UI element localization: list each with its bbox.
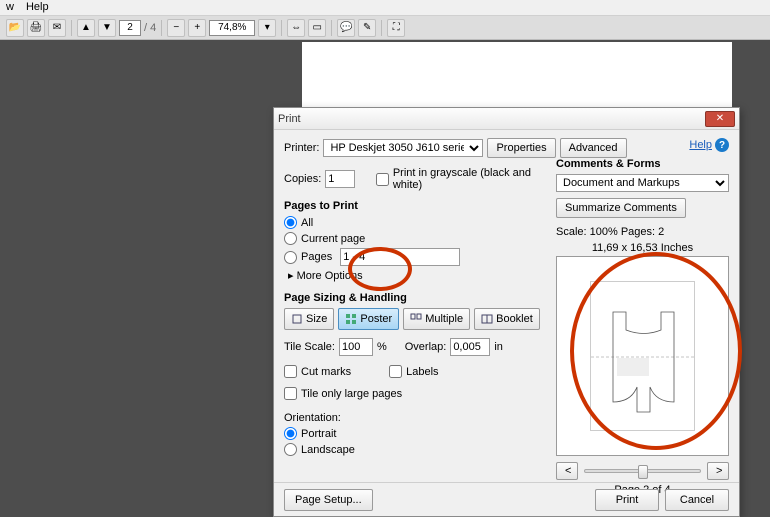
toolbar: 📂 🖨 ✉ ▲ ▼ / 4 − + ▾ ⇔ ▭ 💬 ✎ ⛶ <box>0 16 770 40</box>
copies-label: Copies: <box>284 173 321 185</box>
size-icon <box>291 313 303 325</box>
radio-pages[interactable]: Pages <box>284 248 544 266</box>
close-button[interactable]: ✕ <box>705 111 735 127</box>
preview-next-button[interactable]: > <box>707 462 729 480</box>
print-preview <box>556 256 729 456</box>
sizing-header: Page Sizing & Handling <box>284 292 544 304</box>
menu-view[interactable]: w <box>6 1 14 14</box>
scale-pages-label: Scale: 100% Pages: 2 <box>556 226 729 238</box>
mail-icon[interactable]: ✉ <box>48 19 66 37</box>
multiple-button[interactable]: Multiple <box>403 308 470 330</box>
properties-button[interactable]: Properties <box>487 138 555 158</box>
print-dialog: Print ✕ Printer: HP Deskjet 3050 J610 se… <box>273 107 740 517</box>
radio-current[interactable]: Current page <box>284 232 544 245</box>
more-options-toggle[interactable]: ▸ More Options <box>288 269 544 282</box>
tile-only-large-checkbox[interactable]: Tile only large pages <box>284 387 544 400</box>
fullscreen-icon[interactable]: ⛶ <box>387 19 405 37</box>
highlight-icon[interactable]: ✎ <box>358 19 376 37</box>
tile-scale-label: Tile Scale: <box>284 341 335 353</box>
fit-page-icon[interactable]: ▭ <box>308 19 326 37</box>
overlap-input[interactable] <box>450 338 490 356</box>
preview-prev-button[interactable]: < <box>556 462 578 480</box>
help-icon[interactable]: ? <box>715 138 729 152</box>
preview-page <box>590 281 695 431</box>
open-icon[interactable]: 📂 <box>6 19 24 37</box>
comments-select[interactable]: Document and Markups <box>556 174 729 192</box>
cut-marks-checkbox[interactable]: Cut marks <box>284 365 351 378</box>
tile-scale-input[interactable] <box>339 338 373 356</box>
comments-header: Comments & Forms <box>556 158 729 170</box>
poster-button[interactable]: Poster <box>338 308 399 330</box>
poster-icon <box>345 313 357 325</box>
paper-dim-label: 11,69 x 16,53 Inches <box>556 242 729 254</box>
summarize-button[interactable]: Summarize Comments <box>556 198 686 218</box>
orientation-label: Orientation: <box>284 412 544 424</box>
menu-bar: w Help <box>0 0 770 16</box>
comment-icon[interactable]: 💬 <box>337 19 355 37</box>
radio-all[interactable]: All <box>284 216 544 229</box>
zoom-in-icon[interactable]: + <box>188 19 206 37</box>
pages-range-input[interactable] <box>340 248 460 266</box>
preview-slider[interactable] <box>584 469 701 473</box>
overlap-label: Overlap: <box>405 341 447 353</box>
page-number-input[interactable] <box>119 20 141 36</box>
fit-width-icon[interactable]: ⇔ <box>287 19 305 37</box>
labels-checkbox[interactable]: Labels <box>389 365 438 378</box>
printer-select[interactable]: HP Deskjet 3050 J610 series (сеть) <box>323 139 483 157</box>
multiple-icon <box>410 313 422 325</box>
slider-thumb[interactable] <box>638 465 648 479</box>
zoom-out-icon[interactable]: − <box>167 19 185 37</box>
booklet-button[interactable]: Booklet <box>474 308 540 330</box>
page-down-icon[interactable]: ▼ <box>98 19 116 37</box>
dialog-footer: Page Setup... Print Cancel <box>274 482 739 516</box>
print-icon[interactable]: 🖨 <box>27 19 45 37</box>
menu-help[interactable]: Help <box>26 1 49 14</box>
copies-input[interactable] <box>325 170 355 188</box>
page-up-icon[interactable]: ▲ <box>77 19 95 37</box>
zoom-input[interactable] <box>209 20 255 36</box>
titlebar: Print ✕ <box>274 108 739 130</box>
tile-scale-unit: % <box>377 341 387 353</box>
help-link[interactable]: Help <box>689 139 712 151</box>
radio-portrait[interactable]: Portrait <box>284 427 544 440</box>
booklet-icon <box>481 313 493 325</box>
grayscale-checkbox[interactable]: Print in grayscale (black and white) <box>376 167 544 191</box>
cancel-button[interactable]: Cancel <box>665 489 729 511</box>
document-background <box>302 42 732 112</box>
overlap-unit: in <box>494 341 503 353</box>
pages-to-print-header: Pages to Print <box>284 200 544 212</box>
radio-landscape[interactable]: Landscape <box>284 443 544 456</box>
dialog-title: Print <box>278 113 705 125</box>
zoom-dropdown-icon[interactable]: ▾ <box>258 19 276 37</box>
page-setup-button[interactable]: Page Setup... <box>284 489 373 511</box>
printer-label: Printer: <box>284 142 319 154</box>
page-total-label: / 4 <box>144 22 156 34</box>
print-button[interactable]: Print <box>595 489 659 511</box>
size-button[interactable]: Size <box>284 308 334 330</box>
